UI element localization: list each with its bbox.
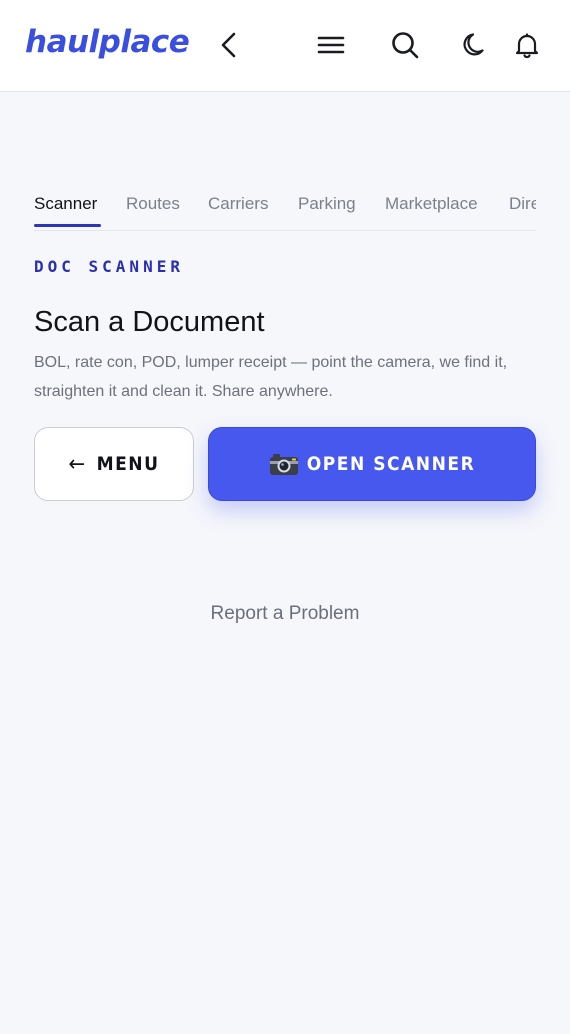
section-eyebrow: DOC SCANNER xyxy=(34,257,184,276)
left-arrow-icon: ← xyxy=(68,451,87,477)
haulplace-logo[interactable]: haulplace xyxy=(25,22,190,62)
tab-scanner[interactable]: Scanner xyxy=(34,193,97,215)
menu-icon[interactable] xyxy=(315,29,347,61)
page-description: BOL, rate con, POD, lumper receipt — poi… xyxy=(34,354,508,400)
feature-tabs: Scanner Routes Carriers Parking Marketpl… xyxy=(34,190,536,231)
menu-button-label: MENU xyxy=(96,453,160,475)
open-scanner-label: OPEN SCANNER xyxy=(306,453,476,475)
top-app-bar: haulplace xyxy=(0,0,570,92)
page-title: Scan a Document xyxy=(34,306,265,338)
dark-mode-icon[interactable] xyxy=(459,29,491,61)
report-problem-link[interactable]: Report a Problem xyxy=(0,601,570,627)
tab-marketplace[interactable]: Marketplace xyxy=(385,193,478,215)
back-chevron-icon[interactable] xyxy=(214,29,246,61)
back-to-menu-button[interactable]: ← MENU xyxy=(34,427,194,501)
tab-carriers[interactable]: Carriers xyxy=(208,193,268,215)
notification-bell-icon[interactable] xyxy=(511,29,543,61)
search-icon[interactable] xyxy=(389,29,421,61)
open-scanner-button[interactable]: OPEN SCANNER xyxy=(208,427,536,501)
active-tab-indicator xyxy=(34,224,101,227)
tab-routes[interactable]: Routes xyxy=(126,193,180,215)
tab-parking[interactable]: Parking xyxy=(298,193,356,215)
tab-directory[interactable]: Dire xyxy=(509,193,536,215)
camera-icon xyxy=(269,452,299,476)
